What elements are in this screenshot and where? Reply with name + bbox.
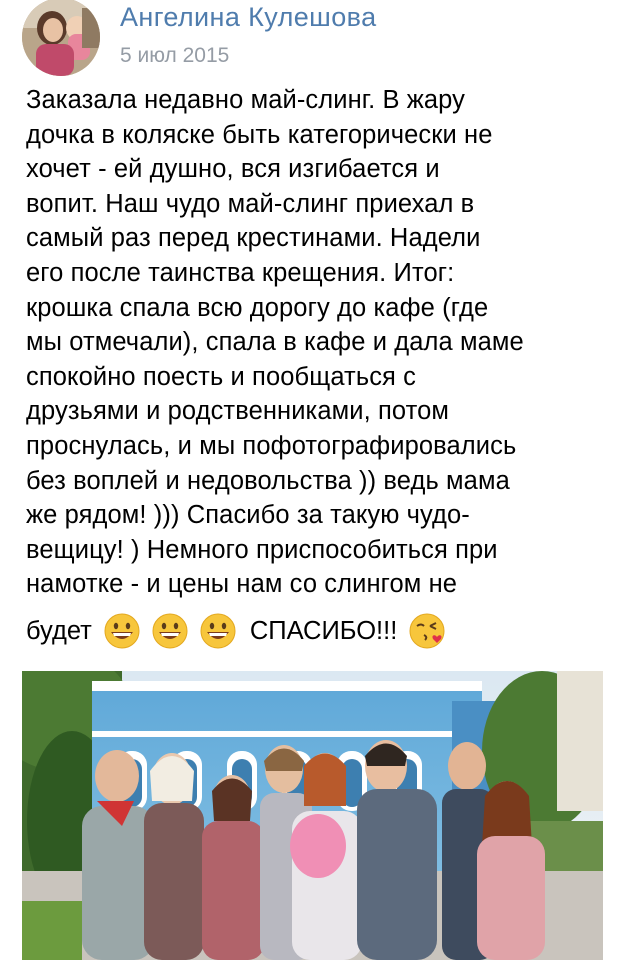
post-text-line: самый раз перед крестинами. Надели xyxy=(26,224,481,253)
post-text-line: вопит. Наш чудо май-слинг приехал в xyxy=(26,189,475,218)
post-text-word: будет xyxy=(26,616,92,645)
post-text-line: проснулась, и мы пофотографировались xyxy=(26,431,517,460)
photo-group-at-church xyxy=(22,671,603,960)
post-text-line: спокойно поесть и пообщаться с xyxy=(26,362,416,391)
post-date[interactable]: 5 июл 2015 xyxy=(120,44,229,68)
post-text-line: крошка спала всю дорогу до кафе (где xyxy=(26,293,489,322)
avatar-photo xyxy=(22,0,100,76)
avatar[interactable] xyxy=(22,0,100,76)
face-blowing-kiss-icon xyxy=(409,613,445,649)
post-text-line: без воплей и недовольства )) ведь мама xyxy=(26,466,510,495)
post-text-line: Заказала недавно май-слинг. В жару xyxy=(26,86,466,114)
post-text-line: его после таинства крещения. Итог: xyxy=(26,258,455,287)
post-text-line: намотке - и цены нам со слингом не xyxy=(26,570,458,599)
post-header: Ангелина Кулешова 5 июл 2015 xyxy=(22,0,602,78)
post-text-line: мы отмечали), спала в кафе и дала маме xyxy=(26,328,524,357)
post-text-line: друзьями и родственниками, потом xyxy=(26,397,450,426)
post-text-line: вещицу! ) Немного приспособиться при xyxy=(26,535,498,564)
post-text: Заказала недавно май-слинг. В жару дочка… xyxy=(26,83,606,602)
post-text-line: же рядом! ))) Спасибо за такую чудо- xyxy=(26,501,470,530)
grinning-face-icon xyxy=(200,613,236,649)
post-text-last-line: будет СПАСИБО!!! xyxy=(26,611,445,651)
grinning-face-icon xyxy=(104,613,140,649)
thanks-text: СПАСИБО!!! xyxy=(249,616,398,645)
post-text-line: хочет - ей душно, вся изгибается и xyxy=(26,155,440,184)
post-photo[interactable] xyxy=(22,671,603,960)
post-text-line: дочка в коляске быть категорически не xyxy=(26,120,493,149)
grinning-face-icon xyxy=(152,613,188,649)
author-name[interactable]: Ангелина Кулешова xyxy=(120,2,377,33)
